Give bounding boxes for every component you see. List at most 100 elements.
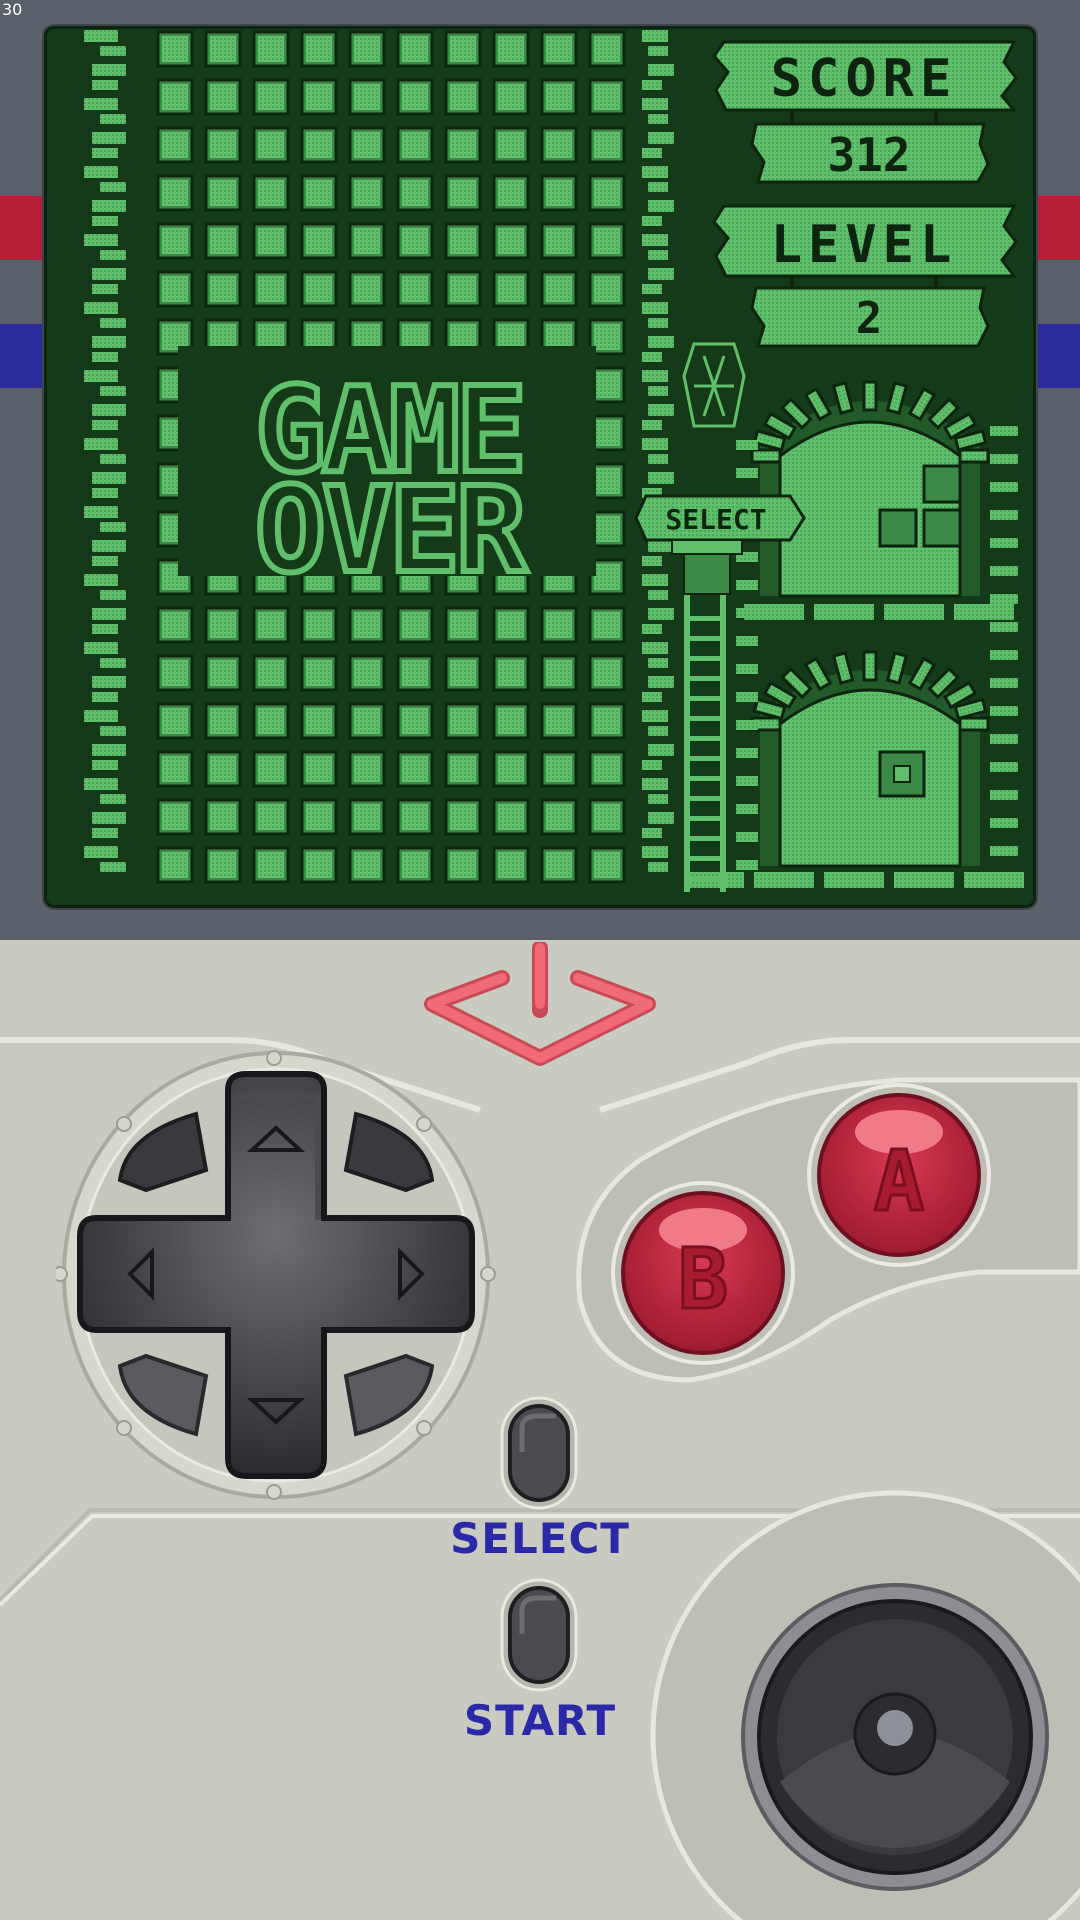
score-sign: SCORE 312 [712,40,1018,184]
grid-block [492,798,530,836]
grid-block [444,270,482,308]
brick [84,234,118,246]
grid-block [588,174,626,212]
brick [648,454,668,464]
grid-block [588,270,626,308]
grid-block [348,798,386,836]
brick [736,468,758,478]
grid-block [204,30,242,68]
grid-block [300,78,338,116]
grid-block [540,174,578,212]
dpad-icon[interactable] [56,1040,496,1510]
brick [92,540,126,552]
brick [84,438,118,450]
grid-block [444,126,482,164]
brick [100,318,126,328]
grid-block [156,126,194,164]
grid-block [300,606,338,644]
ledge-brick [954,604,1014,620]
game-playfield: GAME OVER SCORE 312 LEVEL 2 SELECT [84,30,1026,892]
ladder-rung [684,776,726,781]
grid-block [492,606,530,644]
grid-block [540,654,578,692]
grid-block [252,606,290,644]
grid-block [444,606,482,644]
brick [92,268,126,280]
brick [648,336,674,348]
grid-block [348,126,386,164]
select-button[interactable] [500,1396,578,1510]
brick [84,710,118,722]
start-label: START [463,1696,617,1745]
brick [990,566,1018,576]
game-over-line2: OVER [255,461,528,599]
brick [642,624,662,634]
grid-block [444,78,482,116]
brick [642,778,668,790]
grid-block [252,126,290,164]
grid-block [252,78,290,116]
brick [84,846,118,858]
grid-block [492,222,530,260]
brick [92,828,118,838]
brick [92,200,126,212]
brick [736,860,758,870]
grid-block [444,702,482,740]
brick [100,182,126,192]
brick [648,794,668,804]
brick [642,760,662,770]
brick [990,538,1018,548]
select-sign-label: SELECT [665,503,766,536]
grid-block [540,222,578,260]
ladder-rung [684,836,726,841]
brick [648,386,668,396]
brick [100,794,126,804]
grid-block [444,174,482,212]
start-button[interactable] [500,1578,578,1692]
grid-block [204,126,242,164]
grid-block [492,78,530,116]
brick [642,216,662,226]
b-button[interactable]: B [610,1180,796,1366]
grid-block [492,654,530,692]
arch-brick [803,386,833,422]
grid-block [396,606,434,644]
grid-block [492,126,530,164]
brick [642,166,668,178]
game-screen[interactable]: GAME OVER SCORE 312 LEVEL 2 SELECT [44,26,1036,908]
brick [990,482,1018,492]
grid-block [540,798,578,836]
grid-block [396,654,434,692]
brick [990,790,1018,800]
a-button-label: A [874,1132,925,1230]
brick [736,608,758,618]
brick [736,440,758,450]
grid-block [300,174,338,212]
brick [642,352,662,362]
brick [642,370,668,382]
grid-block [348,750,386,788]
grid-block [396,702,434,740]
grid-block [588,750,626,788]
brick [642,692,662,702]
grid-block [204,750,242,788]
brick [92,760,118,770]
brick [648,862,668,872]
a-button[interactable]: A [806,1082,992,1268]
ladder-rung [684,876,726,881]
grid-block [252,654,290,692]
grid-block [204,222,242,260]
grid-block [252,174,290,212]
brick [92,692,118,702]
brick [990,454,1018,464]
grid-block [588,606,626,644]
score-label: SCORE [771,49,958,109]
ladder-rung [684,856,726,861]
floor-brick [894,872,954,888]
brick [642,642,668,654]
grid-block [204,798,242,836]
grid-block [444,654,482,692]
player-sprite [682,342,746,428]
grid-block [396,750,434,788]
brick [648,726,668,736]
